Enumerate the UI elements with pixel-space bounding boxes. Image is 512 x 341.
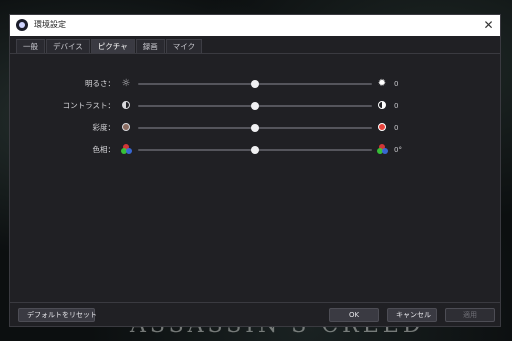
close-button[interactable]: ✕ (480, 17, 497, 34)
saturation-slider-thumb[interactable] (251, 124, 259, 132)
contrast-slider[interactable] (138, 102, 372, 110)
brightness-row: 明るさ： ☼ ✹ 0 (10, 78, 500, 90)
tab-picture[interactable]: ピクチャ (90, 39, 135, 53)
tab-divider (10, 53, 500, 54)
saturation-value: 0 (394, 124, 399, 132)
apply-button[interactable]: 適用 (445, 308, 495, 322)
contrast-label: コントラスト： (62, 101, 115, 110)
tab-general[interactable]: 一般 (16, 39, 45, 53)
sun-filled-icon: ✹ (377, 78, 387, 89)
tab-bar: 一般 デバイス ピクチャ 録画 マイク (16, 39, 203, 53)
saturation-slider[interactable] (138, 124, 372, 132)
contrast-high-icon (376, 100, 388, 112)
reset-defaults-button[interactable]: デフォルトをリセット (18, 308, 97, 322)
app-logo-icon (16, 19, 28, 31)
ok-button[interactable]: OK (329, 308, 379, 322)
hue-rgb-icon (376, 144, 388, 156)
dialog-footer: デフォルトをリセット OK キャンセル 適用 (10, 302, 500, 326)
sun-outline-icon: ☼ (121, 78, 131, 89)
tab-recording[interactable]: 録画 (135, 39, 165, 53)
hue-value: 0° (394, 146, 402, 154)
saturation-row: 彩度： 0 (10, 122, 500, 134)
hue-row: 色相： 0° (10, 144, 500, 156)
hue-label: 色相： (92, 145, 116, 154)
brightness-value: 0 (394, 80, 399, 88)
cancel-button[interactable]: キャンセル (387, 308, 437, 322)
title-bar[interactable]: 環境設定 ✕ (10, 15, 500, 36)
contrast-row: コントラスト： 0 (10, 100, 500, 112)
saturation-low-icon (120, 122, 132, 134)
brightness-slider[interactable] (138, 80, 372, 88)
tab-microphone[interactable]: マイク (165, 39, 203, 53)
contrast-value: 0 (394, 102, 399, 110)
hue-slider-thumb[interactable] (251, 146, 259, 154)
hue-slider[interactable] (138, 146, 372, 154)
contrast-low-icon (120, 100, 132, 112)
tab-device[interactable]: デバイス (46, 39, 90, 53)
brightness-label: 明るさ： (85, 79, 115, 88)
settings-dialog: 環境設定 ✕ 一般 デバイス ピクチャ 録画 マイク 明るさ： ☼ ✹ 0 コン… (9, 14, 501, 327)
saturation-label: 彩度： (92, 123, 116, 132)
brightness-slider-thumb[interactable] (251, 80, 259, 88)
contrast-slider-thumb[interactable] (251, 102, 259, 110)
hue-rgb-icon (120, 144, 132, 156)
window-title: 環境設定 (34, 20, 66, 29)
saturation-high-icon (376, 122, 388, 134)
